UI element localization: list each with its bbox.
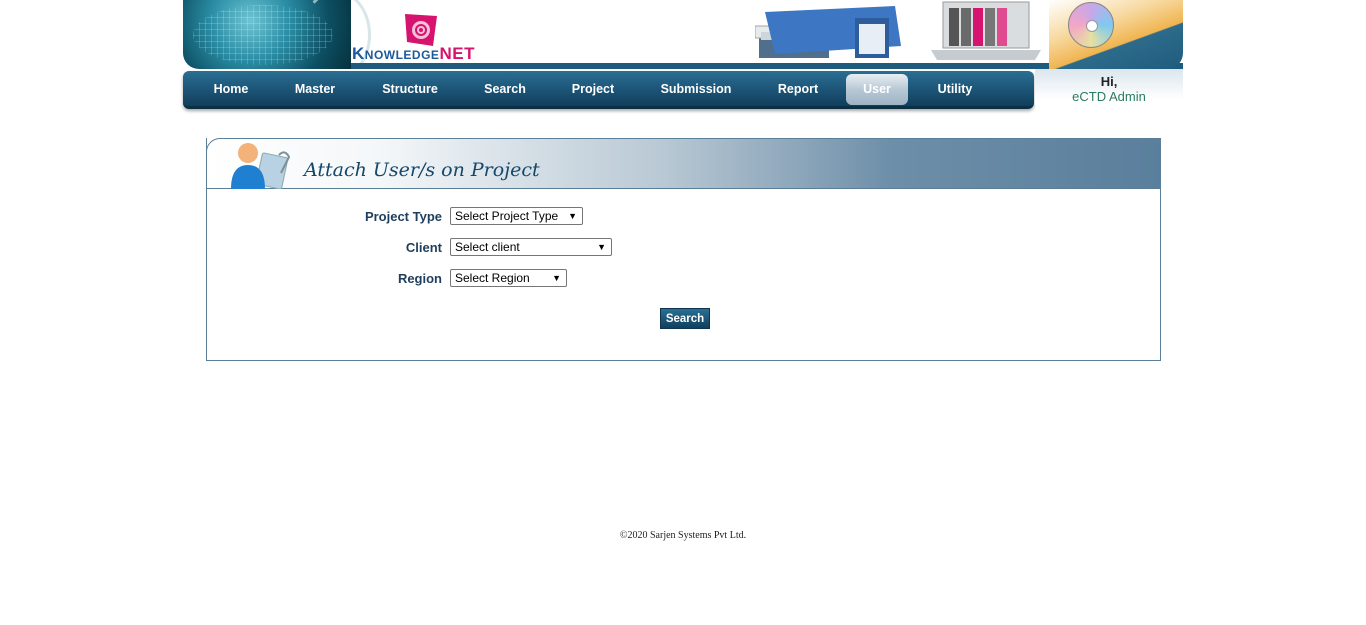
project-type-select[interactable]: Select Project Type ▼ (450, 207, 583, 225)
nav-search[interactable]: Search (471, 71, 539, 107)
nav-master[interactable]: Master (281, 71, 349, 107)
brand-logo[interactable]: KnowledgeNET (352, 44, 475, 64)
nav-report[interactable]: Report (763, 71, 833, 107)
footer-copyright: ©2020 Sarjen Systems Pvt Ltd. (619, 530, 747, 541)
nav-user[interactable]: User (846, 74, 908, 105)
cd-image (1068, 2, 1114, 48)
project-type-label: Project Type (364, 209, 442, 224)
laptop-image (931, 1, 1041, 60)
dropdown-arrow-icon: ▼ (597, 242, 606, 252)
header-banner: KnowledgeNET (183, 0, 1183, 69)
region-row: Region Select Region ▼ (207, 269, 1162, 291)
nav-submission[interactable]: Submission (647, 71, 745, 107)
panel-title: Attach User/s on Project (304, 159, 540, 181)
globe-image (183, 0, 371, 69)
attach-users-panel: Attach User/s on Project Project Type Se… (206, 138, 1161, 361)
nav-project[interactable]: Project (556, 71, 630, 107)
main-nav-row: Home Master Structure Search Project Sub… (183, 69, 1183, 113)
nav-utility[interactable]: Utility (921, 71, 989, 107)
user-attach-icon (231, 143, 291, 189)
client-label: Client (405, 240, 442, 255)
user-name: eCTD Admin (1072, 89, 1146, 104)
logo-icon (405, 14, 437, 46)
panel-header: Attach User/s on Project (206, 138, 1161, 189)
nav-home[interactable]: Home (198, 71, 264, 107)
main-nav: Home Master Structure Search Project Sub… (183, 71, 1034, 109)
dropdown-arrow-icon: ▼ (552, 273, 561, 283)
user-greeting: Hi, eCTD Admin (1035, 69, 1183, 113)
dropdown-arrow-icon: ▼ (568, 211, 577, 221)
region-label: Region (397, 271, 442, 286)
client-row: Client Select client ▼ (207, 238, 1162, 260)
search-button[interactable]: Search (660, 308, 710, 329)
client-select[interactable]: Select client ▼ (450, 238, 612, 256)
nav-structure[interactable]: Structure (366, 71, 454, 107)
greeting-hi: Hi, (1100, 74, 1118, 89)
binders-image (755, 6, 901, 58)
project-type-row: Project Type Select Project Type ▼ (207, 207, 1162, 229)
region-select[interactable]: Select Region ▼ (450, 269, 567, 287)
